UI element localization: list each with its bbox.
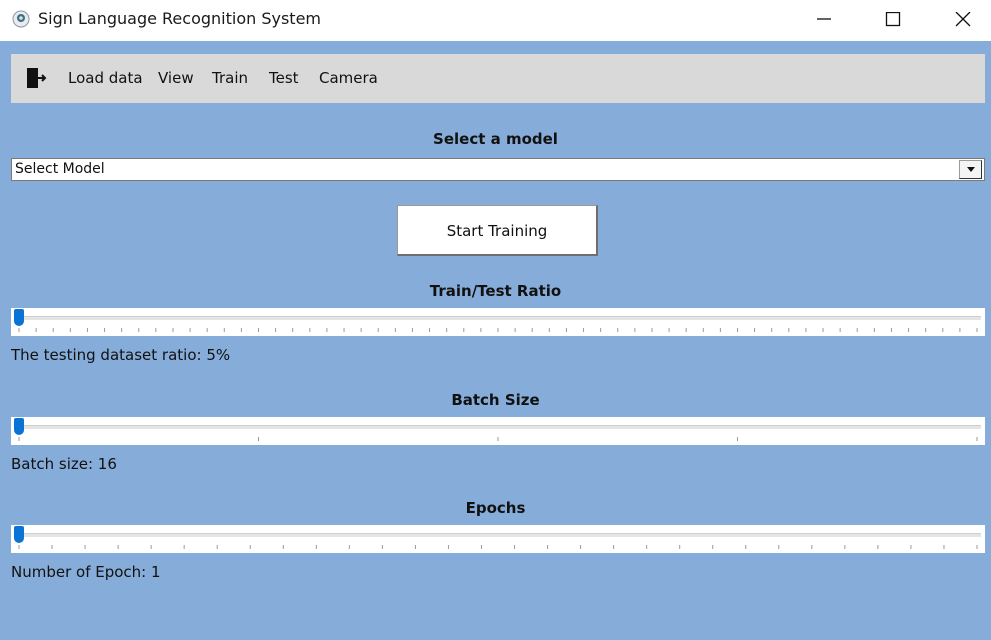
maximize-button[interactable] <box>870 0 916 41</box>
start-training-button[interactable]: Start Training <box>397 205 598 256</box>
testing-ratio-label: The testing dataset ratio: 5% <box>11 346 231 364</box>
slider-thumb[interactable] <box>14 309 24 326</box>
model-select-value: Select Model <box>15 161 105 177</box>
dropdown-arrow-button[interactable] <box>959 160 982 179</box>
epochs-slider[interactable] <box>11 525 985 553</box>
chevron-down-icon <box>967 167 975 172</box>
close-icon <box>955 12 971 27</box>
model-select-dropdown[interactable]: Select Model <box>11 158 985 181</box>
minimize-icon <box>817 18 831 20</box>
batch-size-slider[interactable] <box>11 417 985 445</box>
exit-door-icon[interactable] <box>25 67 47 89</box>
slider-ticks <box>18 545 978 549</box>
menu-item-train[interactable]: Train <box>212 69 248 87</box>
batch-size-label: Batch size: 16 <box>11 455 117 473</box>
title-bar: Sign Language Recognition System <box>0 0 991 41</box>
slider-ticks <box>18 328 978 332</box>
slider-ticks <box>18 437 978 441</box>
batch-size-heading: Batch Size <box>451 391 540 409</box>
start-training-label: Start Training <box>446 222 548 240</box>
menu-item-load-data[interactable]: Load data <box>68 69 143 87</box>
minimize-button[interactable] <box>801 0 847 41</box>
menu-item-test[interactable]: Test <box>269 69 299 87</box>
maximize-icon <box>885 12 901 27</box>
epochs-label: Number of Epoch: 1 <box>11 563 161 581</box>
slider-thumb[interactable] <box>14 418 24 435</box>
train-test-ratio-heading: Train/Test Ratio <box>429 282 562 300</box>
epochs-heading: Epochs <box>465 499 526 517</box>
window-title: Sign Language Recognition System <box>38 9 321 28</box>
app-logo-icon <box>12 10 30 28</box>
slider-thumb[interactable] <box>14 526 24 543</box>
menu-bar: Load data View Train Test Camera <box>11 54 985 103</box>
close-button[interactable] <box>940 0 986 41</box>
select-model-heading: Select a model <box>433 130 558 148</box>
menu-item-view[interactable]: View <box>158 69 194 87</box>
train-test-ratio-slider[interactable] <box>11 308 985 336</box>
menu-item-camera[interactable]: Camera <box>319 69 378 87</box>
